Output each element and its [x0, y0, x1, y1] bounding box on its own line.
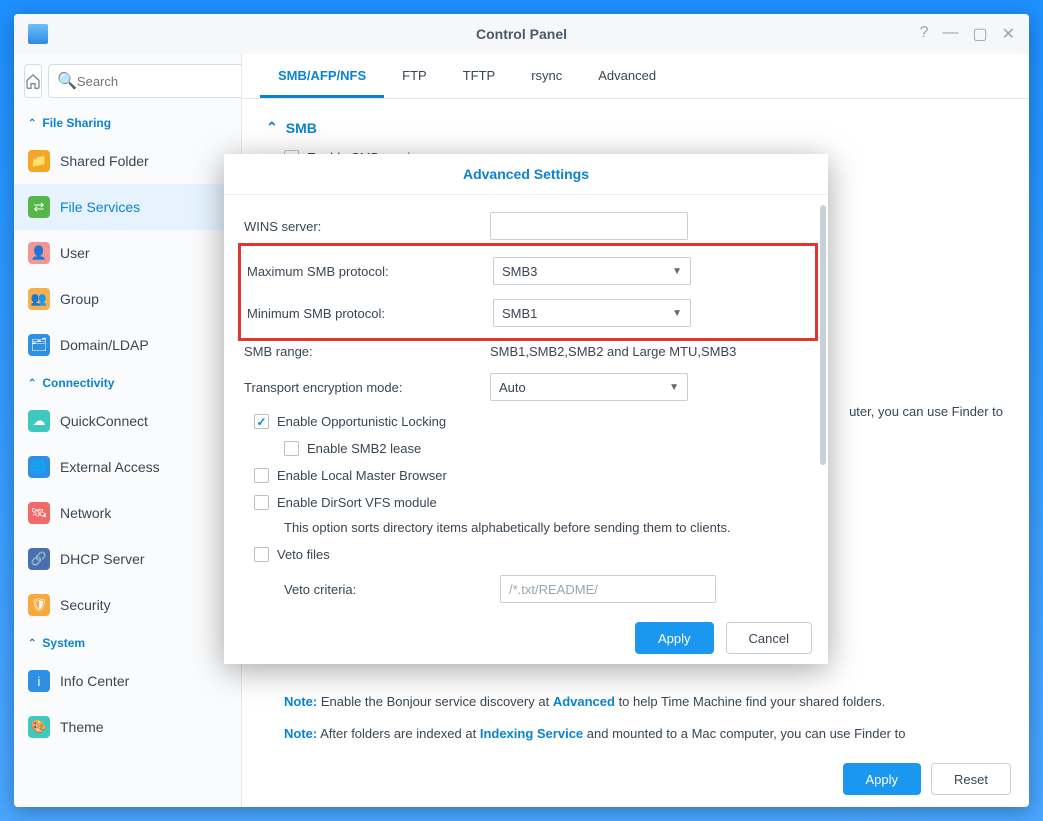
titlebar: Control Panel ? — ▢ ✕	[14, 14, 1029, 54]
palette-icon: 🎨	[28, 716, 50, 738]
indexing-link[interactable]: Indexing Service	[480, 726, 583, 741]
note-bonjour: Note: Enable the Bonjour service discove…	[266, 686, 1005, 718]
chevron-up-icon: ⌃	[28, 638, 36, 649]
chevron-down-icon: ▼	[672, 266, 682, 277]
section-system[interactable]: ⌃System	[14, 628, 241, 658]
local-master-row: Enable Local Master Browser	[244, 462, 812, 489]
group-icon: 👥	[28, 288, 50, 310]
maximize-icon[interactable]: ▢	[972, 24, 987, 44]
search-container[interactable]: 🔍	[48, 64, 242, 98]
opp-lock-checkbox[interactable]	[254, 414, 269, 429]
smb-panel-header[interactable]: ⌃SMB	[266, 113, 1005, 146]
sidebar-item-shared-folder[interactable]: 📁Shared Folder	[14, 138, 241, 184]
sidebar-item-file-services[interactable]: ⇄File Services	[14, 184, 241, 230]
smb-range-value: SMB1,SMB2,SMB2 and Large MTU,SMB3	[490, 344, 812, 359]
minimize-icon[interactable]: —	[942, 24, 958, 44]
min-smb-label: Minimum SMB protocol:	[247, 306, 493, 321]
sidebar-item-dhcp[interactable]: 🔗DHCP Server	[14, 536, 241, 582]
tab-tftp[interactable]: TFTP	[445, 54, 514, 98]
smb-range-label: SMB range:	[244, 344, 490, 359]
veto-criteria-label: Veto criteria:	[284, 582, 500, 597]
sidebar-item-external-access[interactable]: 🌐External Access	[14, 444, 241, 490]
chevron-down-icon: ▼	[672, 308, 682, 319]
max-smb-label: Maximum SMB protocol:	[247, 264, 493, 279]
help-icon[interactable]: ?	[920, 24, 929, 44]
network-icon: 🛰	[28, 502, 50, 524]
sidebar-item-theme[interactable]: 🎨Theme	[14, 704, 241, 750]
main-footer: Apply Reset	[843, 763, 1012, 795]
opp-lock-row: Enable Opportunistic Locking	[244, 408, 812, 435]
sidebar-item-info-center[interactable]: iInfo Center	[14, 658, 241, 704]
section-file-sharing[interactable]: ⌃File Sharing	[14, 108, 241, 138]
dirsort-checkbox[interactable]	[254, 495, 269, 510]
tab-ftp[interactable]: FTP	[384, 54, 445, 98]
advanced-settings-dialog: Advanced Settings WINS server: Maximum S…	[224, 154, 828, 664]
control-panel-window: Control Panel ? — ▢ ✕ 🔍 ⌃File Sharing 📁S…	[14, 14, 1029, 807]
dirsort-row: Enable DirSort VFS module	[244, 489, 812, 516]
search-input[interactable]	[77, 74, 242, 89]
app-icon	[28, 24, 48, 44]
highlight-box: Maximum SMB protocol:SMB3▼ Minimum SMB p…	[238, 243, 818, 341]
section-connectivity[interactable]: ⌃Connectivity	[14, 368, 241, 398]
dialog-footer: Apply Cancel	[224, 612, 828, 664]
tab-bar: SMB/AFP/NFS FTP TFTP rsync Advanced	[242, 54, 1029, 99]
sidebar-item-user[interactable]: 👤User	[14, 230, 241, 276]
chevron-up-icon: ⌃	[266, 119, 278, 136]
smb2-lease-checkbox[interactable]	[284, 441, 299, 456]
sidebar-item-network[interactable]: 🛰Network	[14, 490, 241, 536]
chevron-down-icon: ▼	[669, 382, 679, 393]
tab-smb-afp-nfs[interactable]: SMB/AFP/NFS	[260, 54, 384, 98]
home-button[interactable]	[24, 64, 42, 98]
dirsort-hint: This option sorts directory items alphab…	[244, 516, 812, 541]
file-services-icon: ⇄	[28, 196, 50, 218]
symlinks-within-row: Allow symbolic links within shared folde…	[244, 610, 812, 612]
apply-button[interactable]: Apply	[843, 763, 922, 795]
min-smb-select[interactable]: SMB1▼	[493, 299, 691, 327]
folder-icon: 📁	[28, 150, 50, 172]
veto-checkbox[interactable]	[254, 547, 269, 562]
scrollbar[interactable]	[820, 205, 826, 465]
sidebar: 🔍 ⌃File Sharing 📁Shared Folder ⇄File Ser…	[14, 54, 242, 807]
shield-icon: 🛡	[28, 594, 50, 616]
home-icon	[25, 73, 41, 89]
max-smb-select[interactable]: SMB3▼	[493, 257, 691, 285]
bg-hint-text: uter, you can use Finder to	[849, 404, 1003, 419]
domain-icon: 🗂	[28, 334, 50, 356]
reset-button[interactable]: Reset	[931, 763, 1011, 795]
info-icon: i	[28, 670, 50, 692]
veto-criteria-input[interactable]	[500, 575, 716, 603]
dialog-cancel-button[interactable]: Cancel	[726, 622, 812, 654]
sidebar-item-security[interactable]: 🛡Security	[14, 582, 241, 628]
advanced-link[interactable]: Advanced	[553, 694, 615, 709]
globe-icon: 🌐	[28, 456, 50, 478]
tab-rsync[interactable]: rsync	[513, 54, 580, 98]
cloud-icon: ☁	[28, 410, 50, 432]
sidebar-item-quickconnect[interactable]: ☁QuickConnect	[14, 398, 241, 444]
transport-select[interactable]: Auto▼	[490, 373, 688, 401]
local-master-checkbox[interactable]	[254, 468, 269, 483]
chevron-up-icon: ⌃	[28, 378, 36, 389]
close-icon[interactable]: ✕	[1002, 24, 1015, 44]
window-controls: ? — ▢ ✕	[920, 24, 1015, 44]
search-icon: 🔍	[57, 71, 77, 91]
user-icon: 👤	[28, 242, 50, 264]
smb2-lease-row: Enable SMB2 lease	[244, 435, 812, 462]
transport-label: Transport encryption mode:	[244, 380, 490, 395]
wins-input[interactable]	[490, 212, 688, 240]
veto-row: Veto files	[244, 541, 812, 568]
dialog-apply-button[interactable]: Apply	[635, 622, 714, 654]
dialog-body: WINS server: Maximum SMB protocol:SMB3▼ …	[224, 195, 828, 612]
dialog-title: Advanced Settings	[224, 154, 828, 195]
chevron-up-icon: ⌃	[28, 118, 36, 129]
sidebar-item-domain[interactable]: 🗂Domain/LDAP	[14, 322, 241, 368]
wins-label: WINS server:	[244, 219, 490, 234]
sidebar-item-group[interactable]: 👥Group	[14, 276, 241, 322]
note-indexing: Note: After folders are indexed at Index…	[266, 718, 1005, 750]
tab-advanced[interactable]: Advanced	[580, 54, 674, 98]
dhcp-icon: 🔗	[28, 548, 50, 570]
window-title: Control Panel	[14, 26, 1029, 42]
